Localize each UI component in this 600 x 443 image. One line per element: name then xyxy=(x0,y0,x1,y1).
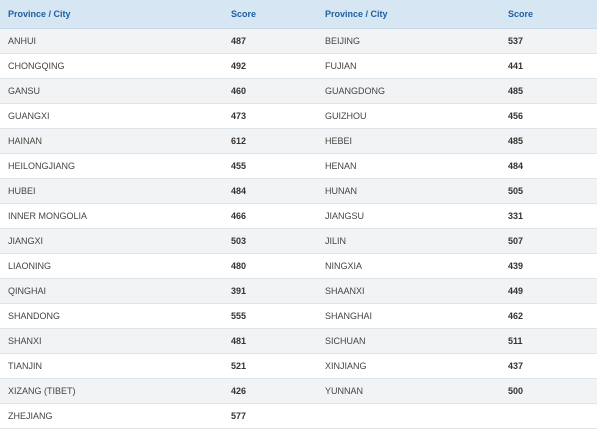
table-row: LIAONING 480 NINGXIA 439 xyxy=(0,253,597,279)
table-row: HAINAN 612 HEBEI 485 xyxy=(0,128,597,154)
score-value: 449 xyxy=(500,278,597,304)
province-name: HAINAN xyxy=(0,128,223,154)
score-value: 466 xyxy=(223,203,317,229)
table-row: CHONGQING 492 FUJIAN 441 xyxy=(0,53,597,79)
province-name: GUIZHOU xyxy=(317,103,500,129)
province-name: BEIJING xyxy=(317,28,500,54)
table-body: ANHUI 487 BEIJING 537 CHONGQING 492 FUJI… xyxy=(0,28,597,429)
table-row: HEILONGJIANG 455 HENAN 484 xyxy=(0,153,597,179)
province-name: QINGHAI xyxy=(0,278,223,304)
province-name: HUBEI xyxy=(0,178,223,204)
score-value: 577 xyxy=(223,403,317,429)
table-header: Province / City Score Province / City Sc… xyxy=(0,0,597,29)
table-row: ANHUI 487 BEIJING 537 xyxy=(0,28,597,54)
score-value: 460 xyxy=(223,78,317,104)
table-row: GUANGXI 473 GUIZHOU 456 xyxy=(0,103,597,129)
province-name: ANHUI xyxy=(0,28,223,54)
score-value: 492 xyxy=(223,53,317,79)
province-name: SHANGHAI xyxy=(317,303,500,329)
score-value: 555 xyxy=(223,303,317,329)
province-name: XINJIANG xyxy=(317,353,500,379)
province-name: TIANJIN xyxy=(0,353,223,379)
table-row: SHANDONG 555 SHANGHAI 462 xyxy=(0,303,597,329)
province-name: CHONGQING xyxy=(0,53,223,79)
province-name: JILIN xyxy=(317,228,500,254)
column-header-province-right[interactable]: Province / City xyxy=(317,0,500,29)
header-row: Province / City Score Province / City Sc… xyxy=(0,0,597,29)
province-name: INNER MONGOLIA xyxy=(0,203,223,229)
province-name: HEILONGJIANG xyxy=(0,153,223,179)
province-name: JIANGXI xyxy=(0,228,223,254)
column-header-province-left[interactable]: Province / City xyxy=(0,0,223,29)
province-name: GANSU xyxy=(0,78,223,104)
score-value xyxy=(500,403,597,429)
province-score-table: Province / City Score Province / City Sc… xyxy=(0,0,597,429)
score-value: 507 xyxy=(500,228,597,254)
score-value: 484 xyxy=(500,153,597,179)
score-value: 484 xyxy=(223,178,317,204)
score-value: 485 xyxy=(500,78,597,104)
score-value: 511 xyxy=(500,328,597,354)
score-value: 473 xyxy=(223,103,317,129)
province-name xyxy=(317,403,500,429)
province-name: FUJIAN xyxy=(317,53,500,79)
score-value: 612 xyxy=(223,128,317,154)
score-value: 437 xyxy=(500,353,597,379)
score-value: 503 xyxy=(223,228,317,254)
province-name: SHANXI xyxy=(0,328,223,354)
score-value: 455 xyxy=(223,153,317,179)
score-value: 521 xyxy=(223,353,317,379)
province-name: HENAN xyxy=(317,153,500,179)
province-name: GUANGDONG xyxy=(317,78,500,104)
score-value: 487 xyxy=(223,28,317,54)
score-value: 485 xyxy=(500,128,597,154)
province-name: HEBEI xyxy=(317,128,500,154)
province-name: SHANDONG xyxy=(0,303,223,329)
table-row: XIZANG (TIBET) 426 YUNNAN 500 xyxy=(0,378,597,404)
table-row: QINGHAI 391 SHAANXI 449 xyxy=(0,278,597,304)
score-value: 426 xyxy=(223,378,317,404)
table-row: SHANXI 481 SICHUAN 511 xyxy=(0,328,597,354)
table-row: GANSU 460 GUANGDONG 485 xyxy=(0,78,597,104)
province-name: XIZANG (TIBET) xyxy=(0,378,223,404)
table-row: HUBEI 484 HUNAN 505 xyxy=(0,178,597,204)
score-value: 456 xyxy=(500,103,597,129)
table-row: ZHEJIANG 577 xyxy=(0,403,597,429)
province-name: SHAANXI xyxy=(317,278,500,304)
province-name: HUNAN xyxy=(317,178,500,204)
province-name: LIAONING xyxy=(0,253,223,279)
score-value: 537 xyxy=(500,28,597,54)
score-value: 391 xyxy=(223,278,317,304)
province-name: JIANGSU xyxy=(317,203,500,229)
column-header-score-right[interactable]: Score xyxy=(500,0,597,29)
province-name: SICHUAN xyxy=(317,328,500,354)
province-name: GUANGXI xyxy=(0,103,223,129)
score-value: 439 xyxy=(500,253,597,279)
province-name: ZHEJIANG xyxy=(0,403,223,429)
column-header-score-left[interactable]: Score xyxy=(223,0,317,29)
score-value: 481 xyxy=(223,328,317,354)
score-value: 480 xyxy=(223,253,317,279)
province-name: YUNNAN xyxy=(317,378,500,404)
score-value: 462 xyxy=(500,303,597,329)
province-name: NINGXIA xyxy=(317,253,500,279)
score-value: 500 xyxy=(500,378,597,404)
table-row: INNER MONGOLIA 466 JIANGSU 331 xyxy=(0,203,597,229)
table-row: TIANJIN 521 XINJIANG 437 xyxy=(0,353,597,379)
score-value: 505 xyxy=(500,178,597,204)
table-row: JIANGXI 503 JILIN 507 xyxy=(0,228,597,254)
score-value: 441 xyxy=(500,53,597,79)
score-value: 331 xyxy=(500,203,597,229)
